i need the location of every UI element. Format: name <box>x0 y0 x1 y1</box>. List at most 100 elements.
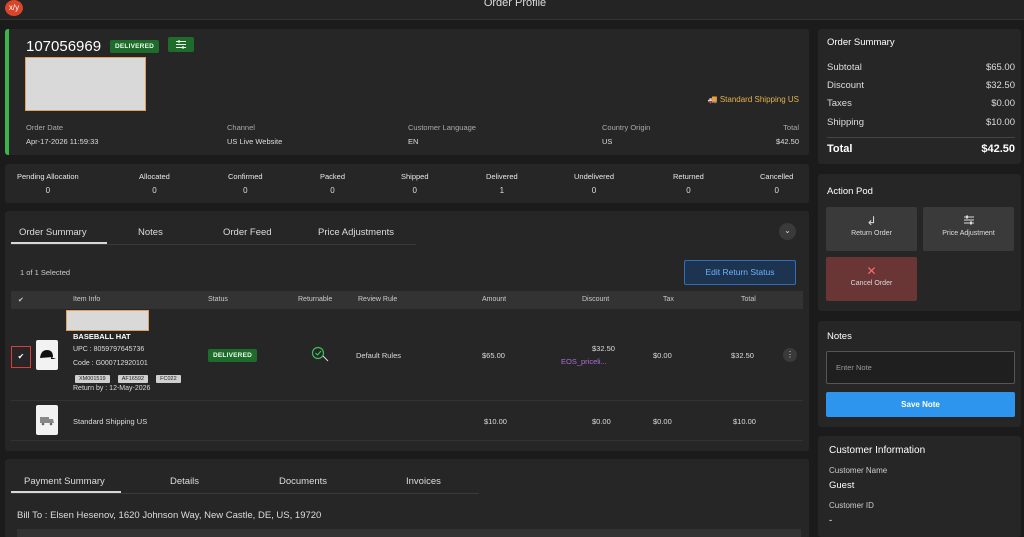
col-returnable: Returnable <box>298 296 333 303</box>
meta-order-date: Order Date Apr-17-2026 11:59:33 <box>26 123 99 146</box>
order-header-panel: 107056969 DELIVERED 🚚 Standard Shipping … <box>5 29 809 155</box>
customer-name-value: Guest <box>829 480 855 491</box>
item-return-by: Return by : 12-May-2026 <box>73 385 151 392</box>
col-status: Status <box>208 296 228 303</box>
table-row: ✔ BASEBALL HAT UPC : 8059797645736 Code … <box>11 309 803 401</box>
item-upc: UPC : 8059797645736 <box>73 346 145 353</box>
shipping-method: 🚚 Standard Shipping US <box>707 95 799 104</box>
shipping-tax: $0.00 <box>653 417 672 426</box>
returnable-check-icon <box>311 346 330 364</box>
item-discount: $32.50 <box>592 344 615 353</box>
meta-channel: Channel US Live Website <box>227 123 283 146</box>
item-name: BASEBALL HAT <box>73 332 131 341</box>
edit-return-status-button[interactable]: Edit Return Status <box>684 260 796 285</box>
order-status-badge: DELIVERED <box>110 40 160 53</box>
sliders-icon <box>176 40 186 49</box>
count-delivered: Delivered 1 <box>486 172 518 195</box>
payment-table-header <box>17 529 801 537</box>
col-total: Total <box>741 296 756 303</box>
shipping-item-name: Standard Shipping US <box>73 417 148 426</box>
item-tag: XM001519 <box>75 375 110 383</box>
customer-info-title: Customer Information <box>829 445 926 456</box>
order-summary-title: Order Summary <box>827 37 895 48</box>
tab-order-summary[interactable]: Order Summary <box>19 227 87 238</box>
title-bar: x/y Order Profile <box>0 0 1024 20</box>
item-discount-note[interactable]: EOS_priceli... <box>561 357 607 366</box>
customer-id-label: Customer ID <box>829 501 874 510</box>
notes-card: Notes Enter Note Save Note <box>818 321 1021 427</box>
tab-order-feed[interactable]: Order Feed <box>223 227 272 238</box>
item-status-badge: DELIVERED <box>208 349 258 362</box>
item-code: Code : G000712920101 <box>73 360 148 367</box>
tab-invoices[interactable]: Invoices <box>406 476 441 487</box>
return-order-button[interactable]: ↲ Return Order <box>826 207 917 251</box>
order-summary-card: Order Summary Subtotal $65.00 Discount $32… <box>818 29 1021 164</box>
count-allocated: Allocated 0 <box>139 172 170 195</box>
col-amount: Amount <box>482 296 507 303</box>
item-tags: XM001519 AF16592 FC022 <box>75 373 187 383</box>
shipping-discount: $0.00 <box>592 417 611 426</box>
item-amount: $65.00 <box>482 351 505 360</box>
payment-tabs-divider <box>11 493 479 494</box>
truck-icon: 🚚 <box>707 95 718 104</box>
count-returned: Returned 0 <box>673 172 704 195</box>
row-more-icon[interactable]: ⋮ <box>783 348 797 362</box>
selection-count: 1 of 1 Selected <box>20 268 71 277</box>
bill-to: Bill To : Elsen Hesenov, 1620 Johnson Wa… <box>17 510 322 521</box>
save-note-button[interactable]: Save Note <box>826 392 1015 417</box>
count-pending-allocation: Pending Allocation 0 <box>17 172 79 195</box>
summary-taxes: Taxes $0.00 <box>827 98 1015 109</box>
count-confirmed: Confirmed 0 <box>228 172 263 195</box>
note-input[interactable]: Enter Note <box>826 351 1015 384</box>
order-number: 107056969 <box>26 38 102 55</box>
table-row: Standard Shipping US $10.00 $0.00 $0.00 … <box>11 401 803 441</box>
close-icon: ✕ <box>866 264 877 278</box>
item-tag: FC022 <box>156 375 181 383</box>
action-pod-card: Action Pod ↲ Return Order Price Adjustme… <box>818 174 1021 311</box>
col-review-rule: Review Rule <box>358 296 398 303</box>
tabs-divider <box>11 244 416 245</box>
tab-price-adjustments[interactable]: Price Adjustments <box>318 227 394 238</box>
shipping-total: $10.00 <box>733 417 756 426</box>
redacted-image <box>66 310 149 331</box>
tab-details[interactable]: Details <box>170 476 199 487</box>
return-arrow-icon: ↲ <box>866 214 877 228</box>
select-all-checkbox[interactable]: ✔ <box>18 296 24 304</box>
row-checkbox[interactable]: ✔ <box>11 346 31 368</box>
action-pod-title: Action Pod <box>827 186 873 197</box>
item-total: $32.50 <box>731 351 754 360</box>
summary-discount: Discount $32.50 <box>827 80 1015 91</box>
cancel-order-button[interactable]: ✕ Cancel Order <box>826 257 917 301</box>
item-tag: AF16592 <box>117 375 149 383</box>
summary-subtotal: Subtotal $65.00 <box>827 62 1015 73</box>
tab-payment-summary[interactable]: Payment Summary <box>24 476 105 487</box>
summary-total: Total $42.50 <box>827 143 1015 155</box>
payment-panel: Payment Summary Details Documents Invoic… <box>5 459 809 537</box>
redacted-image <box>25 57 146 111</box>
window-title: Order Profile <box>483 0 547 9</box>
count-packed: Packed 0 <box>320 172 346 195</box>
active-tab-indicator <box>11 242 107 244</box>
tab-documents[interactable]: Documents <box>279 476 327 487</box>
count-cancelled: Cancelled 0 <box>760 172 794 195</box>
truck-icon <box>40 417 54 426</box>
summary-shipping: Shipping $10.00 <box>827 117 1015 128</box>
status-counts: Pending Allocation 0 Allocated 0 Confirmed… <box>5 164 809 203</box>
sliders-icon <box>923 214 1014 230</box>
count-undelivered: Undelivered 0 <box>574 172 615 195</box>
shipping-thumbnail <box>36 405 58 435</box>
table-header: ✔ Item Info Status Returnable Review Rul… <box>11 291 803 309</box>
price-adjustment-button[interactable]: Price Adjustment <box>923 207 1014 251</box>
order-menu-button[interactable] <box>168 37 194 52</box>
customer-info-card: Customer Information Customer Name Guest… <box>818 436 1021 537</box>
tab-notes[interactable]: Notes <box>138 227 163 238</box>
chevron-down-icon[interactable]: ⌄ <box>779 223 796 240</box>
col-item-info: Item Info <box>73 296 101 303</box>
notes-title: Notes <box>827 331 852 342</box>
item-tax: $0.00 <box>653 351 672 360</box>
order-items-panel: Order Summary Notes Order Feed Price Adj… <box>5 211 809 451</box>
item-review-rule: Default Rules <box>356 351 402 360</box>
cap-icon <box>40 350 56 359</box>
customer-name-label: Customer Name <box>829 466 888 475</box>
col-discount: Discount <box>582 296 610 303</box>
